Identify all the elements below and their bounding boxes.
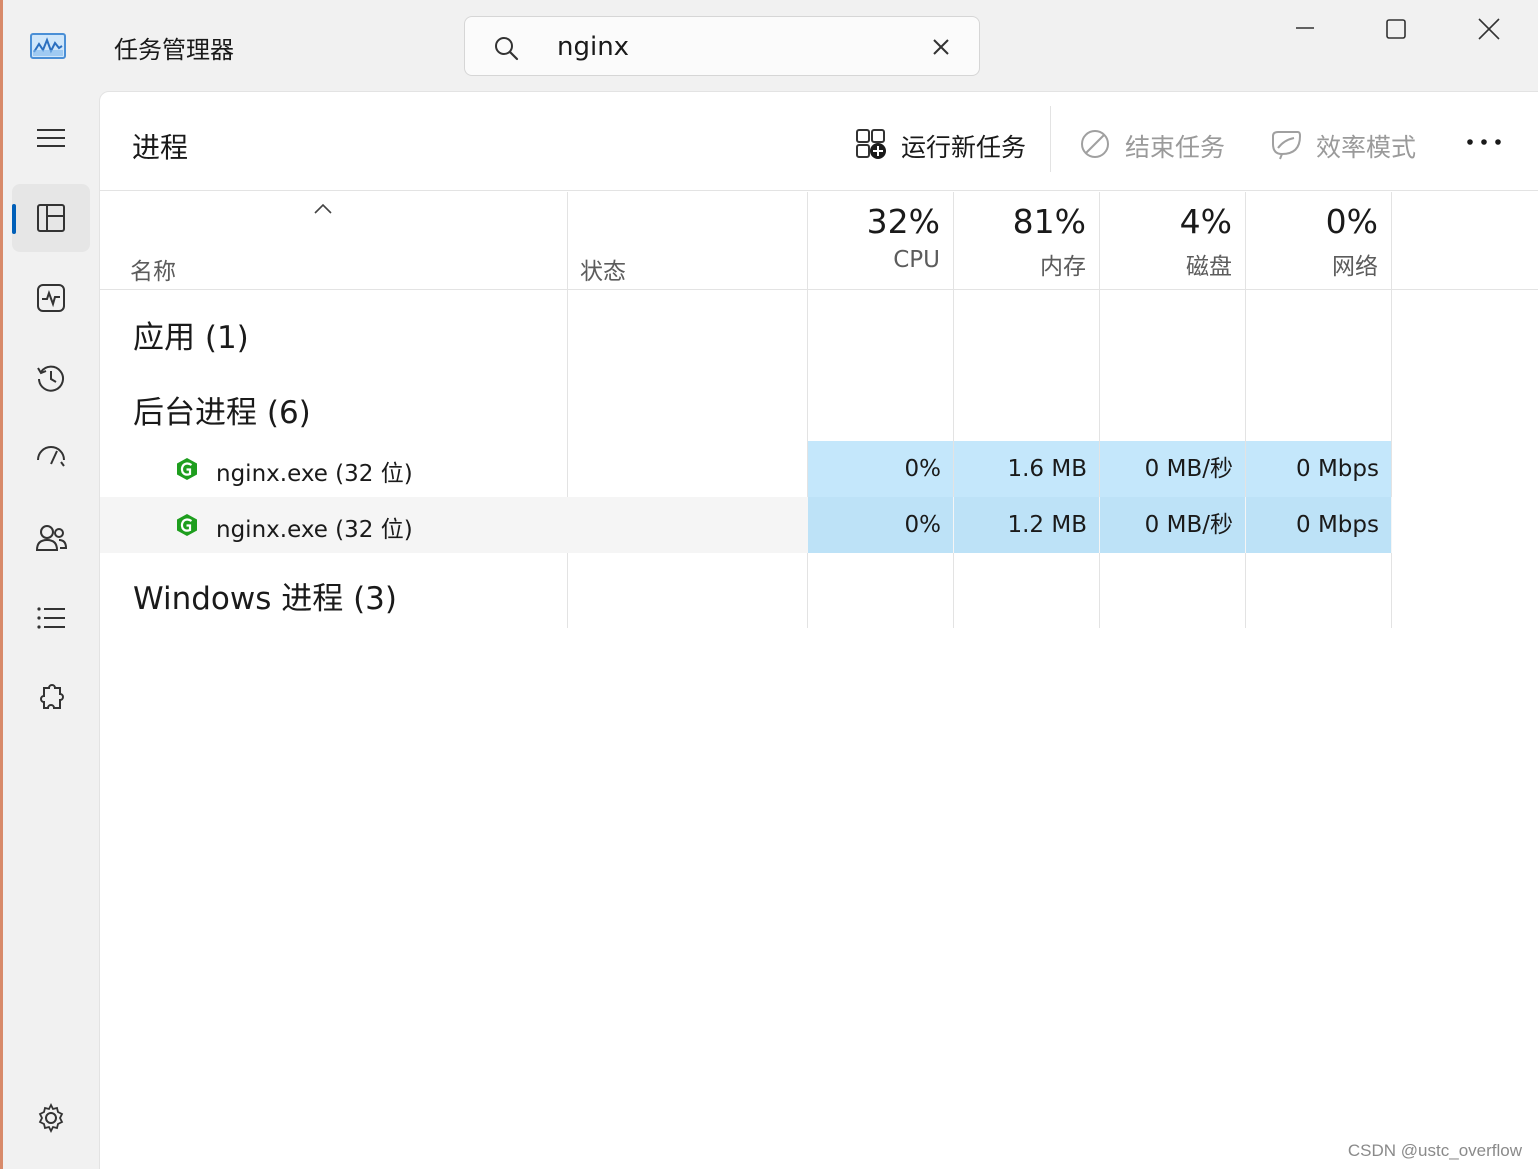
column-header-name-label: 名称 [130, 259, 176, 285]
nav-menu-toggle[interactable] [12, 104, 90, 172]
search-icon [495, 37, 519, 61]
nginx-icon [177, 458, 197, 480]
end-task-icon [1081, 130, 1109, 158]
hamburger-menu-icon [37, 129, 65, 147]
app-title: 任务管理器 [114, 36, 234, 64]
services-puzzle-icon [40, 684, 64, 709]
processes-page: 进程 运行新任务 结束任务 效率模式 名称 状态 32% CPU 81% 内存 … [99, 91, 1538, 1169]
memory-total-percent: 81% [1012, 202, 1086, 241]
sort-ascending-icon [314, 203, 332, 214]
page-title: 进程 [132, 131, 189, 164]
close-icon[interactable] [1466, 14, 1512, 48]
process-cpu: 0% [808, 497, 953, 553]
run-new-task-icon [856, 129, 886, 159]
header-top-divider [100, 190, 1538, 191]
more-ellipsis-icon[interactable] [1460, 122, 1508, 162]
column-header-status-label: 状态 [580, 259, 626, 285]
end-task-button[interactable]: 结束任务 [1079, 118, 1239, 168]
nav-item-processes[interactable] [12, 184, 90, 252]
cpu-total-percent: 32% [866, 202, 940, 241]
active-indicator [12, 204, 16, 234]
performance-icon [37, 284, 65, 312]
search-clear-icon[interactable] [931, 37, 951, 57]
efficiency-mode-label: 效率模式 [1316, 133, 1417, 162]
memory-label: 内存 [1040, 254, 1086, 280]
nav-item-app-history[interactable] [12, 344, 90, 412]
desktop-background-edge [0, 0, 3, 1169]
network-label: 网络 [1332, 254, 1378, 280]
group-header-windows[interactable]: Windows 进程 (3) [133, 573, 397, 618]
task-manager-app-icon [30, 33, 66, 59]
minimize-icon[interactable] [1282, 14, 1328, 48]
nav-item-settings[interactable] [12, 1084, 90, 1152]
settings-gear-icon [38, 1102, 64, 1134]
table-row[interactable]: nginx.exe (32 位) 0% 1.2 MB 0 MB/秒 0 Mbps [100, 497, 1392, 553]
task-manager-window: 任务管理器 nginx 进程 运行新任务 结束任务 效率模式 名称 状态 32%… [0, 0, 1538, 1169]
disk-label: 磁盘 [1186, 254, 1232, 280]
nav-item-details[interactable] [12, 584, 90, 652]
nav-item-services[interactable] [12, 664, 90, 732]
nav-item-users[interactable] [12, 504, 90, 572]
nav-item-startup[interactable] [12, 424, 90, 492]
disk-total-percent: 4% [1179, 202, 1232, 241]
run-new-task-label: 运行新任务 [901, 133, 1027, 162]
network-total-percent: 0% [1325, 202, 1378, 241]
efficiency-mode-button[interactable]: 效率模式 [1270, 118, 1430, 168]
cpu-label: CPU [893, 247, 940, 273]
column-divider [1391, 192, 1392, 628]
search-input[interactable] [557, 27, 897, 67]
process-name: nginx.exe (32 位) [216, 517, 413, 543]
end-task-label: 结束任务 [1125, 133, 1226, 162]
column-header-cpu[interactable]: 32% CPU [800, 202, 940, 290]
toolbar-divider [1050, 106, 1051, 172]
process-network: 0 Mbps [1246, 441, 1391, 497]
run-new-task-button[interactable]: 运行新任务 [855, 118, 1035, 168]
process-memory: 1.6 MB [954, 441, 1099, 497]
group-header-background[interactable]: 后台进程 (6) [133, 387, 311, 432]
column-header-network[interactable]: 0% 网络 [1238, 202, 1378, 290]
group-header-apps[interactable]: 应用 (1) [133, 312, 249, 357]
process-memory: 1.2 MB [954, 497, 1099, 553]
column-header-name[interactable]: 名称 [130, 252, 176, 286]
column-header-status[interactable]: 状态 [580, 252, 626, 286]
process-network: 0 Mbps [1246, 497, 1391, 553]
processes-icon [37, 204, 65, 232]
search-box[interactable] [464, 16, 980, 76]
history-icon [37, 365, 64, 392]
column-divider [567, 192, 568, 628]
maximize-icon[interactable] [1373, 14, 1419, 48]
nav-item-performance[interactable] [12, 264, 90, 332]
efficiency-leaf-icon [1272, 131, 1302, 160]
process-disk: 0 MB/秒 [1100, 497, 1245, 553]
details-list-icon [37, 607, 65, 629]
column-header-disk[interactable]: 4% 磁盘 [1092, 202, 1232, 290]
process-cpu: 0% [808, 441, 953, 497]
column-header-memory[interactable]: 81% 内存 [946, 202, 1086, 290]
watermark: CSDN @ustc_overflow [1347, 1141, 1522, 1160]
nginx-icon [177, 514, 197, 536]
startup-gauge-icon [37, 446, 65, 467]
process-disk: 0 MB/秒 [1100, 441, 1245, 497]
users-icon [35, 525, 67, 551]
table-row[interactable]: nginx.exe (32 位) 0% 1.6 MB 0 MB/秒 0 Mbps [100, 441, 1392, 497]
process-name: nginx.exe (32 位) [216, 461, 413, 487]
